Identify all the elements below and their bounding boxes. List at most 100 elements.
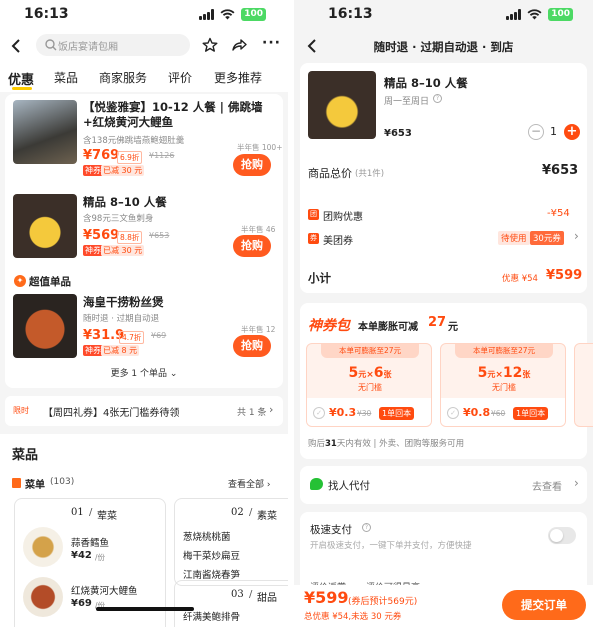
coupon-tag: 神券	[83, 345, 103, 356]
battery-icon: 100	[241, 8, 266, 21]
deal-price: ¥769	[83, 148, 120, 163]
fire-icon: ✦	[14, 275, 26, 287]
item-saved: 已减 8 元	[101, 345, 140, 356]
pack-title: 神券包	[308, 318, 350, 334]
pack-orig: ¥30	[357, 409, 372, 418]
pack-amount: 27	[428, 315, 447, 330]
pack-badge: 1单回本	[513, 407, 549, 420]
coupon-row[interactable]: 限时 【周四礼券】4张无门槛券待领 共 1 条 ›	[5, 396, 283, 426]
category-number: 01	[71, 507, 84, 518]
buy-button[interactable]: 抢购	[233, 335, 271, 357]
fast-pay-label: 极速支付	[310, 524, 352, 536]
tab-services[interactable]: 商家服务	[99, 69, 147, 86]
tab-reviews[interactable]: 评价	[168, 69, 192, 86]
buy-button[interactable]: 抢购	[233, 235, 271, 257]
menu-category-card[interactable]: 03 / 甜品 纤满美鲍排骨	[174, 580, 288, 627]
pack-unit: 元	[448, 322, 458, 333]
multiply-sign: ×	[495, 370, 503, 380]
pack-option[interactable]: 本单可膨胀至27元 5元×12张 无门槛 ✓ ¥0.8 ¥60 1单回本	[440, 343, 566, 427]
qty-value[interactable]: 1	[550, 125, 557, 138]
subtotal-discount: 优惠 ¥54	[502, 274, 538, 284]
submit-order-button[interactable]: 提交订单	[502, 590, 586, 620]
bottom-estimate: (券后预计569元)	[348, 597, 418, 607]
coupon-count: 6	[373, 365, 384, 381]
deal-price: ¥569	[83, 228, 120, 243]
status-time: 16:13	[24, 6, 69, 22]
decrease-qty-button[interactable]: −	[528, 124, 544, 140]
fast-pay-toggle[interactable]	[548, 527, 576, 544]
category-name: 甜品	[257, 593, 277, 604]
search-placeholder: 饭店宴请包厢	[58, 42, 118, 53]
deal-desc: 含138元佛跳墙燕鲍翅肚羹	[83, 136, 185, 146]
back-arrow-icon[interactable]	[10, 38, 22, 54]
deal-title[interactable]: 【悦鉴雅宴】10-12 人餐 | 佛跳墙+红烧黄河大鲤鱼	[83, 100, 275, 130]
dishes-section: 菜品 菜单 (103) 查看全部 › 01 / 荤菜 蒜香鳕鱼 ¥42 /份 红…	[0, 434, 288, 627]
pack-note-suffix: 天内有效 | 外卖、团购等服务可用	[336, 439, 465, 449]
deal-orig-price: ¥653	[149, 231, 170, 240]
checkbox-icon[interactable]: ✓	[447, 407, 459, 419]
total-label: 商品总价	[308, 167, 352, 180]
wechat-icon	[310, 478, 323, 490]
item-discount: 4.7折	[119, 331, 145, 344]
coupon-row-text: 【周四礼券】4张无门槛券待领	[43, 408, 180, 419]
deal-image[interactable]	[13, 100, 77, 164]
item-sales: 半年售 12	[241, 325, 276, 334]
bottom-detail[interactable]: 总优惠 ¥54,未选 30 元券	[304, 610, 401, 622]
tab-discount[interactable]: 优惠	[8, 69, 34, 88]
checkbox-icon[interactable]: ✓	[313, 407, 325, 419]
mt-coupon-label: 美团券	[323, 236, 353, 247]
dishes-title: 菜品	[12, 448, 39, 463]
help-pay-label: 找人代付	[328, 480, 370, 492]
pack-option-cond: 无门槛	[358, 383, 382, 392]
deal-sales: 半年售 46	[241, 225, 276, 234]
star-icon[interactable]	[202, 37, 218, 53]
info-icon[interactable]: ?	[433, 94, 442, 103]
tab-more[interactable]: 更多推荐	[214, 69, 262, 86]
pack-subtitle: 本单膨胀可减	[358, 322, 418, 333]
menu-category-card[interactable]: 02 / 素菜 葱烧桃桃菌 梅干菜炒扁豆 江南酱烧春笋	[174, 498, 288, 586]
item-image[interactable]	[13, 294, 77, 358]
signal-icon	[199, 9, 215, 20]
pack-option-peek[interactable]	[574, 343, 593, 427]
bottom-bar: ¥599 (券后预计569元) 总优惠 ¥54,未选 30 元券 提交订单	[294, 585, 593, 627]
pack-option[interactable]: 本单可膨胀至27元 5元×6张 无门槛 ✓ ¥0.3 ¥30 1单回本	[306, 343, 432, 427]
more-items-label: 更多 1 个单品	[110, 369, 168, 379]
coupon-count-unit: 张	[522, 370, 531, 379]
mt-coupon-status[interactable]: 待使用	[498, 231, 530, 245]
coupon-row-tag: 限时	[13, 406, 29, 415]
pack-note-days: 31	[325, 439, 337, 449]
tab-dishes[interactable]: 菜品	[54, 69, 78, 86]
deals-card: 【悦鉴雅宴】10-12 人餐 | 佛跳墙+红烧黄河大鲤鱼 含138元佛跳墙燕鲍翅…	[5, 94, 283, 388]
item-title[interactable]: 海皇干捞粉丝煲	[83, 294, 164, 310]
total-value: ¥653	[542, 163, 579, 178]
toggle-knob	[550, 529, 563, 542]
help-pay-link[interactable]: 去查看	[532, 478, 562, 493]
chevron-right-icon: ›	[574, 476, 579, 490]
product-price: ¥653	[384, 128, 412, 139]
increase-qty-button[interactable]: +	[564, 124, 580, 140]
share-icon[interactable]	[231, 37, 247, 53]
multiply-sign: ×	[366, 370, 374, 380]
mt-coupon-value[interactable]: 30元券	[530, 231, 564, 245]
more-items-link[interactable]: 更多 1 个单品 ⌄	[5, 366, 283, 379]
group-label: 团购优惠	[323, 212, 363, 223]
buy-button[interactable]: 抢购	[233, 154, 271, 176]
signal-icon	[506, 9, 522, 20]
subtotal-value: ¥599	[546, 268, 583, 283]
see-all-link[interactable]: 查看全部 ›	[228, 477, 270, 490]
help-pay-row[interactable]: 找人代付 去查看 ›	[300, 466, 587, 504]
pack-price: ¥0.8	[463, 406, 491, 419]
product-sub: 周一至周日	[384, 97, 430, 107]
deal-image[interactable]	[13, 194, 77, 258]
deal-orig-price: ¥1126	[149, 151, 175, 160]
bottom-price: ¥599	[304, 588, 349, 607]
order-card: 精品 8–10 人餐 周一至周日 ? ¥653 − 1 + 商品总价 (共1件)…	[300, 63, 587, 293]
deal-title[interactable]: 精品 8–10 人餐	[83, 194, 167, 210]
dish-name: 蒜香鳕鱼	[71, 538, 110, 549]
coupon-row-count: 共 1 条	[237, 408, 267, 418]
chevron-right-icon[interactable]: ›	[574, 229, 579, 243]
info-icon[interactable]: ?	[362, 523, 371, 532]
more-icon[interactable]: ···	[262, 35, 281, 51]
dish-image	[23, 527, 63, 567]
search-input[interactable]: 饭店宴请包厢	[36, 34, 190, 56]
